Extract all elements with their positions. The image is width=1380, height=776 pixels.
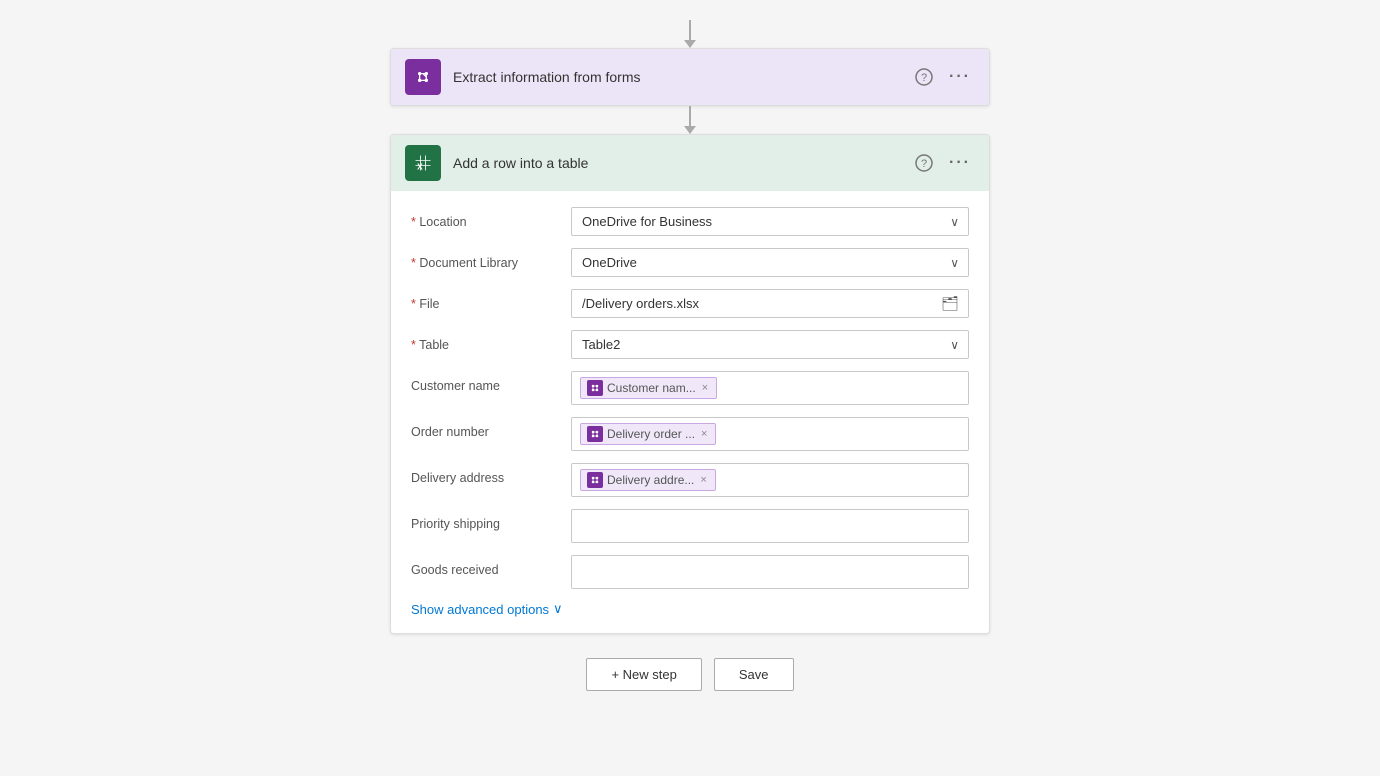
addrow-help-button[interactable]: ?: [911, 150, 937, 176]
order-number-tag-icon: [587, 426, 603, 442]
addrow-step-card: X Add a row into a table ? ···: [390, 134, 990, 634]
location-label: * Location: [411, 207, 571, 229]
bottom-actions: + New step Save: [586, 658, 793, 691]
delivery-address-label: Delivery address: [411, 463, 571, 485]
order-number-tag: Delivery order ... ×: [580, 423, 716, 445]
table-select-wrapper: Table2 Table1 ∨: [571, 330, 969, 359]
table-field-row: * Table Table2 Table1 ∨: [411, 330, 969, 359]
addrow-step-icon: X: [405, 145, 441, 181]
order-number-control: Delivery order ... ×: [571, 417, 969, 451]
priority-shipping-label: Priority shipping: [411, 509, 571, 531]
file-label: * File: [411, 289, 571, 311]
delivery-address-control: Delivery addre... ×: [571, 463, 969, 497]
advanced-options-label: Show advanced options: [411, 602, 549, 617]
arrow-line-2: [689, 106, 691, 126]
priority-shipping-input[interactable]: [571, 509, 969, 543]
customer-name-field-row: Customer name: [411, 371, 969, 405]
new-step-button[interactable]: + New step: [586, 658, 701, 691]
extract-icon-svg: [413, 67, 433, 87]
file-input[interactable]: [571, 289, 969, 318]
customer-name-control: Customer nam... ×: [571, 371, 969, 405]
svg-text:?: ?: [921, 72, 927, 84]
priority-shipping-field-row: Priority shipping: [411, 509, 969, 543]
customer-name-tag: Customer nam... ×: [580, 377, 717, 399]
goods-received-label: Goods received: [411, 555, 571, 577]
order-number-tag-input[interactable]: Delivery order ... ×: [571, 417, 969, 451]
save-button[interactable]: Save: [714, 658, 794, 691]
flow-container: Extract information from forms ? ···: [380, 20, 1000, 691]
order-number-label: Order number: [411, 417, 571, 439]
goods-received-field-row: Goods received: [411, 555, 969, 589]
middle-connector: [684, 106, 696, 134]
extract-more-button[interactable]: ···: [945, 64, 975, 90]
addrow-more-button[interactable]: ···: [945, 150, 975, 176]
arrow-line: [689, 20, 691, 40]
customer-name-tag-icon: [587, 380, 603, 396]
document-library-field-row: * Document Library OneDrive SharePoint ∨: [411, 248, 969, 277]
delivery-address-tag-label: Delivery addre...: [607, 473, 694, 487]
document-library-select[interactable]: OneDrive SharePoint: [571, 248, 969, 277]
delivery-address-tag-input[interactable]: Delivery addre... ×: [571, 463, 969, 497]
location-select[interactable]: OneDrive for Business SharePoint: [571, 207, 969, 236]
location-field-row: * Location OneDrive for Business SharePo…: [411, 207, 969, 236]
svg-text:?: ?: [921, 158, 927, 170]
addrow-step-title: Add a row into a table: [453, 155, 911, 171]
advanced-options-chevron-icon: ∨: [553, 601, 563, 617]
addrow-step-body: * Location OneDrive for Business SharePo…: [391, 191, 989, 633]
arrow-head-2: [684, 126, 696, 134]
addrow-step-header: X Add a row into a table ? ···: [391, 135, 989, 191]
delivery-address-tag-close[interactable]: ×: [698, 474, 708, 486]
svg-text:X: X: [417, 162, 423, 172]
extract-step-title: Extract information from forms: [453, 69, 911, 85]
customer-name-tag-close[interactable]: ×: [700, 382, 710, 394]
order-number-field-row: Order number: [411, 417, 969, 451]
goods-received-input[interactable]: [571, 555, 969, 589]
delivery-address-tag-icon: [587, 472, 603, 488]
top-connector: [684, 20, 696, 48]
table-select[interactable]: Table2 Table1: [571, 330, 969, 359]
excel-icon-svg: X: [413, 153, 433, 173]
file-input-wrapper: 🗂: [571, 289, 969, 318]
customer-name-tag-input[interactable]: Customer nam... ×: [571, 371, 969, 405]
order-number-tag-label: Delivery order ...: [607, 427, 695, 441]
document-library-select-wrapper: OneDrive SharePoint ∨: [571, 248, 969, 277]
table-label: * Table: [411, 330, 571, 352]
priority-shipping-control: [571, 509, 969, 543]
addrow-step-actions: ? ···: [911, 150, 975, 176]
file-field-row: * File 🗂: [411, 289, 969, 318]
extract-step-header: Extract information from forms ? ···: [391, 49, 989, 105]
extract-step-card: Extract information from forms ? ···: [390, 48, 990, 106]
arrow-head: [684, 40, 696, 48]
addrow-title-text: Add a row into a table: [453, 155, 588, 171]
goods-received-control: [571, 555, 969, 589]
document-library-label: * Document Library: [411, 248, 571, 270]
delivery-address-tag: Delivery addre... ×: [580, 469, 716, 491]
extract-step-actions: ? ···: [911, 64, 975, 90]
show-advanced-options-button[interactable]: Show advanced options ∨: [411, 601, 563, 617]
order-number-tag-close[interactable]: ×: [699, 428, 709, 440]
file-browse-icon[interactable]: 🗂: [941, 295, 959, 312]
location-select-wrapper: OneDrive for Business SharePoint ∨: [571, 207, 969, 236]
delivery-address-field-row: Delivery address: [411, 463, 969, 497]
customer-name-label: Customer name: [411, 371, 571, 393]
extract-title-text: Extract information from forms: [453, 69, 641, 85]
extract-help-button[interactable]: ?: [911, 64, 937, 90]
extract-step-icon: [405, 59, 441, 95]
customer-name-tag-label: Customer nam...: [607, 381, 696, 395]
